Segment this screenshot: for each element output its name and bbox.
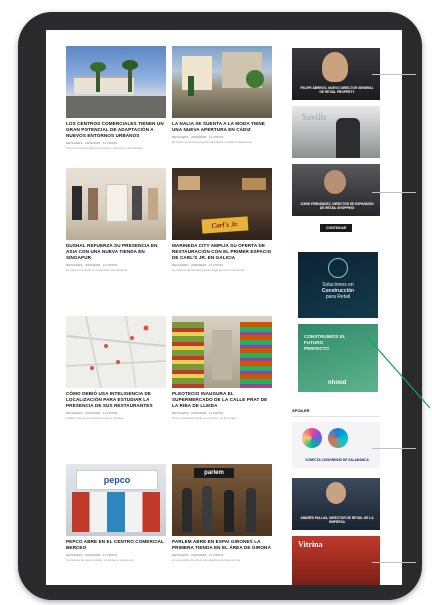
article-excerpt: La marca continúa su expansión internaci… <box>66 268 128 272</box>
map-thumbnail[interactable] <box>66 316 166 388</box>
article-title[interactable]: Pepco abre en el centro comercial Berceo <box>66 539 166 551</box>
sidebar-news-item[interactable]: Andrés Pallas, director de retail de la … <box>292 478 380 530</box>
article-card[interactable]: La Nalia se suenta a la moda tiene una n… <box>172 46 272 144</box>
article-meta: RETAILERS · 20/02/2025 · 11 VISTAS <box>172 553 224 557</box>
page-screen: Los centros comerciales tienen un gran p… <box>46 30 402 585</box>
article-card[interactable]: Dushal refuerza su presencia en Asia con… <box>66 168 166 272</box>
article-meta: RETAILERS · 20/02/2025 · 11 VISTAS <box>172 135 224 139</box>
pepco-logo: pepco <box>103 475 131 485</box>
continue-button[interactable]: CONTINUAR <box>320 224 353 232</box>
ad1-line3: para Retail <box>325 294 351 300</box>
article-meta: RETAILERS · 20/02/2025 · 11 VISTAS <box>172 263 224 267</box>
nhood-logo: nhood <box>328 380 347 386</box>
article-thumbnail[interactable]: pepco <box>66 464 166 536</box>
sidebar-news-item[interactable]: Savills <box>292 106 380 158</box>
conecta-logo-icon-2 <box>328 428 348 448</box>
article-meta: RETAILERS · 20/02/2025 · 11 VISTAS <box>66 263 118 267</box>
ad-banner-nhood[interactable]: CONSTRUIMOS EL FUTURO PERFECTO nhood <box>298 324 378 392</box>
article-meta: RETAILERS · 20/02/2025 · 11 VISTAS <box>66 141 118 145</box>
article-excerpt: La cadena de hamburguesas llega al centr… <box>172 268 245 272</box>
article-title[interactable]: La Nalia se suenta a la moda tiene una n… <box>172 121 272 133</box>
article-excerpt: Análisis del comportamiento de los clien… <box>66 416 124 420</box>
article-card[interactable]: Pleotecio inaugura el supermercado de la… <box>172 316 272 420</box>
conecta-logo-icon <box>302 428 322 448</box>
sidebar-caption: Felipe Ábrego, nuevo director general de… <box>300 86 374 94</box>
article-meta: RETAILERS · 20/02/2025 · 11 VISTAS <box>66 411 118 415</box>
sidebar-news-item[interactable]: Conecta Coworking de Salamanca <box>292 422 380 468</box>
article-card[interactable]: Carl's Jr. Marineda City amplía su ofert… <box>172 168 272 272</box>
article-card[interactable]: pepco Pepco abre en el centro comercial … <box>66 464 166 562</box>
article-thumbnail[interactable]: Carl's Jr. <box>172 168 272 240</box>
article-title[interactable]: Los centros comerciales tienen un gran p… <box>66 121 166 139</box>
savills-logo: Savills <box>302 112 327 122</box>
article-excerpt: El centro comercial presenta al público … <box>172 140 253 144</box>
article-excerpt: La operadora de telecomunicaciones amplí… <box>172 558 241 562</box>
article-meta: RETAILERS · 20/02/2025 · 11 VISTAS <box>66 553 118 557</box>
article-thumbnail[interactable]: parlem <box>172 464 272 536</box>
article-excerpt: La cadena de origen polaco continúa su e… <box>66 558 134 562</box>
spoiler-section-label: SPOILER <box>292 408 310 413</box>
article-excerpt: Tiene el Consejo Mayor Ecológico, Acceso… <box>66 146 143 150</box>
article-title[interactable]: Cómo debió usa inteligencia de localizac… <box>66 391 166 409</box>
article-title[interactable]: Pleotecio inaugura el supermercado de la… <box>172 391 272 409</box>
section-divider <box>292 416 380 417</box>
annotation-line <box>372 74 416 75</box>
ad-circle-icon <box>328 258 348 278</box>
article-excerpt: Nuevo establecimiento en el centro de la… <box>172 416 236 420</box>
annotation-line <box>372 562 416 563</box>
article-card[interactable]: parlem Parlem abre en Espai Girones la p… <box>172 464 272 562</box>
article-card[interactable]: Cómo debió usa inteligencia de localizac… <box>66 316 166 420</box>
carls-logo: Carl's Jr. <box>211 220 239 230</box>
sidebar-caption: Conecta Coworking de Salamanca <box>305 458 369 462</box>
sidebar-news-item[interactable]: Vitrina <box>292 536 380 585</box>
ad2-line3: PERFECTO <box>304 346 329 351</box>
article-title[interactable]: Parlem abre en Espai Girones la primera … <box>172 539 272 551</box>
annotation-line <box>372 448 416 449</box>
sidebar-caption: Jordi Fernández, director de expansión d… <box>300 202 374 210</box>
article-thumbnail[interactable] <box>66 168 166 240</box>
article-title[interactable]: Marineda City amplía su oferta de restau… <box>172 243 272 261</box>
article-thumbnail[interactable] <box>66 46 166 118</box>
article-thumbnail[interactable] <box>172 46 272 118</box>
article-meta: RETAILERS · 20/02/2025 · 11 VISTAS <box>172 411 224 415</box>
sidebar-news-item[interactable]: Felipe Ábrego, nuevo director general de… <box>292 48 380 100</box>
annotation-line <box>372 192 416 193</box>
parlem-logo: parlem <box>204 470 224 476</box>
map-lines <box>66 316 166 388</box>
sidebar-news-item[interactable]: Jordi Fernández, director de expansión d… <box>292 164 380 216</box>
ad-banner-construction[interactable]: Soluciones en Construcción para Retail <box>298 252 378 318</box>
sidebar-caption: Andrés Pallas, director de retail de la … <box>300 516 374 524</box>
article-card[interactable]: Los centros comerciales tienen un gran p… <box>66 46 166 150</box>
article-title[interactable]: Dushal refuerza su presencia en Asia con… <box>66 243 166 261</box>
article-thumbnail[interactable] <box>172 316 272 388</box>
vitrina-logo: Vitrina <box>298 540 323 549</box>
